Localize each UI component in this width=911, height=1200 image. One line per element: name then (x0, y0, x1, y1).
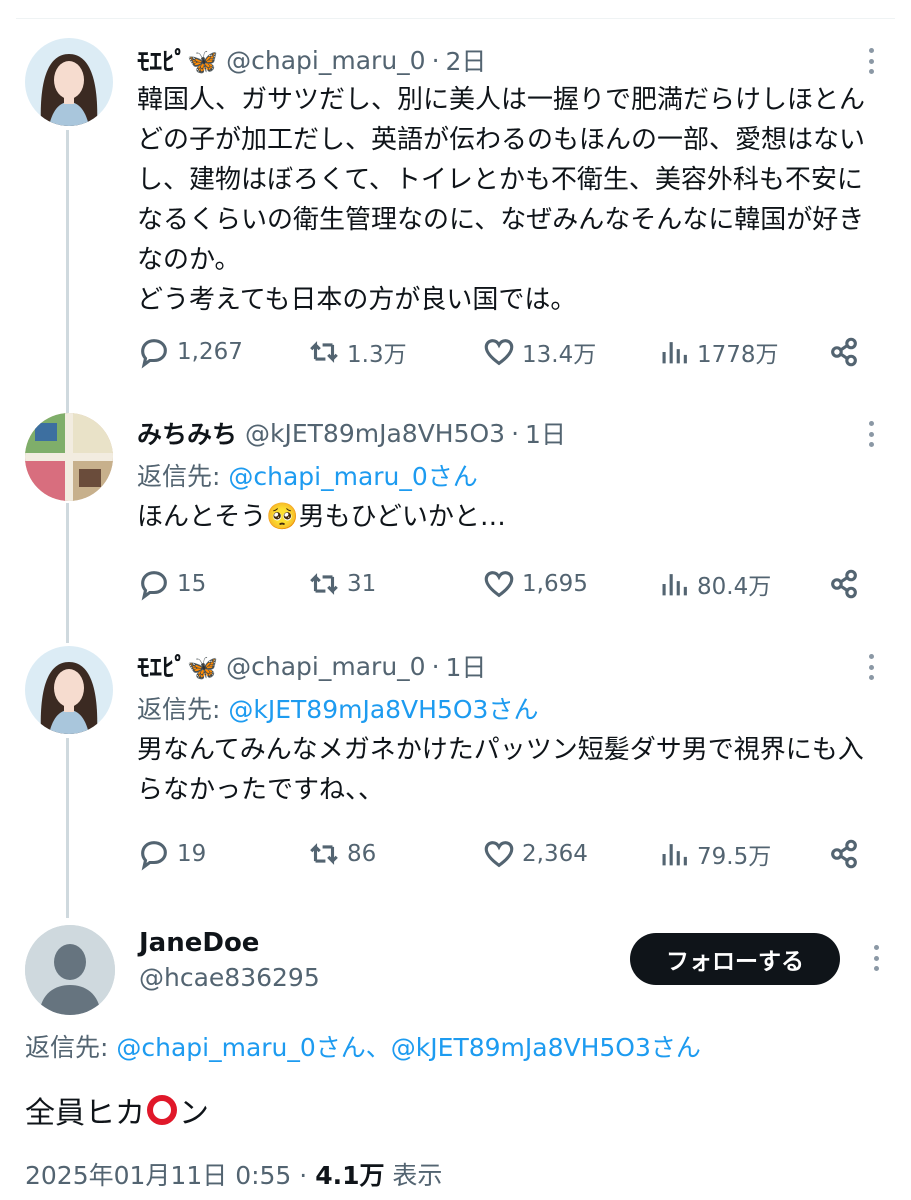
user-handle[interactable]: @kJET89mJa8VH5O3 (245, 419, 505, 448)
reply-button[interactable]: 1,267 (137, 332, 243, 372)
view-count: 4.1万 (315, 1161, 385, 1190)
separator-dot: · (511, 418, 520, 448)
reply-to: 返信先: @chapi_maru_0さん (137, 457, 871, 497)
like-icon (484, 841, 514, 868)
user-handle[interactable]: @hcae836295 (139, 963, 320, 992)
tweet-text-part: 全員ヒカ (25, 1096, 145, 1131)
tweet-meta: 2025年01月11日 0:55 · 4.1万 表示 (25, 1156, 442, 1192)
like-button[interactable]: 2,364 (482, 834, 588, 874)
reply-button[interactable]: 15 (137, 564, 206, 604)
reply-to: 返信先: @chapi_maru_0さん、@kJET89mJa8VH5O3さん (25, 1028, 701, 1064)
user-handle[interactable]: @chapi_maru_0 (226, 46, 425, 75)
action-bar: 1,267 1.3万 13.4万 1778万 (137, 332, 867, 372)
like-button[interactable]: 13.4万 (482, 332, 596, 372)
views-count: 80.4万 (697, 574, 772, 600)
reply-count: 1,267 (177, 339, 243, 365)
reply-icon (141, 339, 167, 369)
avatar[interactable] (25, 646, 113, 734)
display-name[interactable]: ﾓｴﾋﾟ🦋 (137, 648, 218, 684)
avatar[interactable] (25, 38, 113, 126)
retweet-icon (310, 341, 338, 363)
reply-count: 15 (177, 571, 207, 597)
post-datetime[interactable]: 2025年01月11日 0:55 · (25, 1161, 315, 1190)
views-count: 79.5万 (697, 844, 772, 870)
retweet-count: 1.3万 (347, 342, 407, 368)
default-avatar-icon[interactable] (25, 925, 115, 1015)
retweet-count: 86 (347, 841, 377, 867)
like-count: 2,364 (522, 841, 588, 867)
tweet-text: 韓国人、ガサツだし、別に美人は一握りで肥満だらけしほとんどの子が加工だし、英語が… (137, 85, 866, 315)
retweet-icon (310, 843, 338, 865)
timestamp[interactable]: 1日 (446, 648, 487, 684)
more-icon[interactable] (861, 417, 881, 451)
reply-prefix: 返信先: (137, 462, 229, 491)
tweet-text: 全員ヒカ ン (25, 1088, 209, 1132)
views-icon (662, 574, 687, 596)
separator-dot: · (431, 651, 440, 681)
reply-count: 19 (177, 841, 207, 867)
like-count: 1,695 (522, 571, 588, 597)
follow-button[interactable]: フォローする (630, 933, 840, 985)
red-circle-emoji-icon (147, 1095, 177, 1125)
thread-line (66, 503, 69, 643)
reply-prefix: 返信先: (25, 1033, 117, 1062)
retweet-button[interactable]: 1.3万 (307, 332, 407, 372)
views-button[interactable]: 1778万 (657, 332, 779, 372)
share-icon (831, 839, 857, 869)
reply-mention[interactable]: @kJET89mJa8VH5O3さん (228, 695, 538, 724)
display-name[interactable]: JaneDoe (139, 928, 259, 958)
separator-dot: · (431, 45, 440, 75)
display-name[interactable]: みちみち (137, 415, 237, 451)
views-icon (662, 844, 687, 866)
like-button[interactable]: 1,695 (482, 564, 588, 604)
display-name[interactable]: ﾓｴﾋﾟ🦋 (137, 42, 218, 78)
timestamp[interactable]: 1日 (525, 415, 566, 451)
reply-mention[interactable]: @chapi_maru_0さん、@kJET89mJa8VH5O3さん (116, 1033, 701, 1062)
like-icon (484, 571, 514, 598)
action-bar: 19 86 2,364 79.5万 (137, 834, 867, 874)
retweet-button[interactable]: 86 (307, 834, 376, 874)
views-button[interactable]: 79.5万 (657, 834, 771, 874)
tweet-header: ﾓｴﾋﾟ🦋 @chapi_maru_0 · 1日 (137, 646, 871, 686)
retweet-count: 31 (347, 571, 377, 597)
views-button[interactable]: 80.4万 (657, 564, 771, 604)
timestamp[interactable]: 2日 (446, 42, 487, 78)
view-suffix: 表示 (384, 1161, 443, 1190)
user-handle[interactable]: @chapi_maru_0 (226, 652, 425, 681)
retweet-button[interactable]: 31 (307, 564, 376, 604)
more-icon[interactable] (861, 44, 881, 78)
tweet-header: ﾓｴﾋﾟ🦋 @chapi_maru_0 · 2日 (137, 40, 871, 80)
thread-line (66, 738, 69, 918)
thread-line (66, 130, 69, 415)
more-icon[interactable] (866, 941, 886, 975)
share-icon (831, 337, 857, 367)
share-icon (831, 569, 857, 599)
like-icon (484, 339, 514, 366)
reply-icon (141, 841, 167, 871)
top-divider (16, 18, 895, 19)
tweet-text-part: ン (179, 1096, 209, 1131)
reply-prefix: 返信先: (137, 695, 229, 724)
reply-icon (141, 571, 167, 601)
share-button[interactable] (827, 564, 867, 604)
avatar[interactable] (25, 413, 113, 501)
reply-mention[interactable]: @chapi_maru_0さん (228, 462, 477, 491)
tweet-text: ほんとそう🥺男もひどいかと… (137, 502, 506, 532)
share-button[interactable] (827, 332, 867, 372)
reply-to: 返信先: @kJET89mJa8VH5O3さん (137, 690, 871, 730)
views-icon (662, 342, 687, 364)
tweet-text: 男なんてみんなメガネかけたパッツン短髪ダサ男で視界にも入らなかったですね、、 (137, 735, 864, 805)
views-count: 1778万 (697, 342, 779, 368)
action-bar: 15 31 1,695 80.4万 (137, 564, 867, 604)
reply-button[interactable]: 19 (137, 834, 206, 874)
more-icon[interactable] (861, 650, 881, 684)
tweet-header: みちみち @kJET89mJa8VH5O3 · 1日 (137, 413, 871, 453)
share-button[interactable] (827, 834, 867, 874)
retweet-icon (310, 573, 338, 595)
like-count: 13.4万 (522, 342, 597, 368)
